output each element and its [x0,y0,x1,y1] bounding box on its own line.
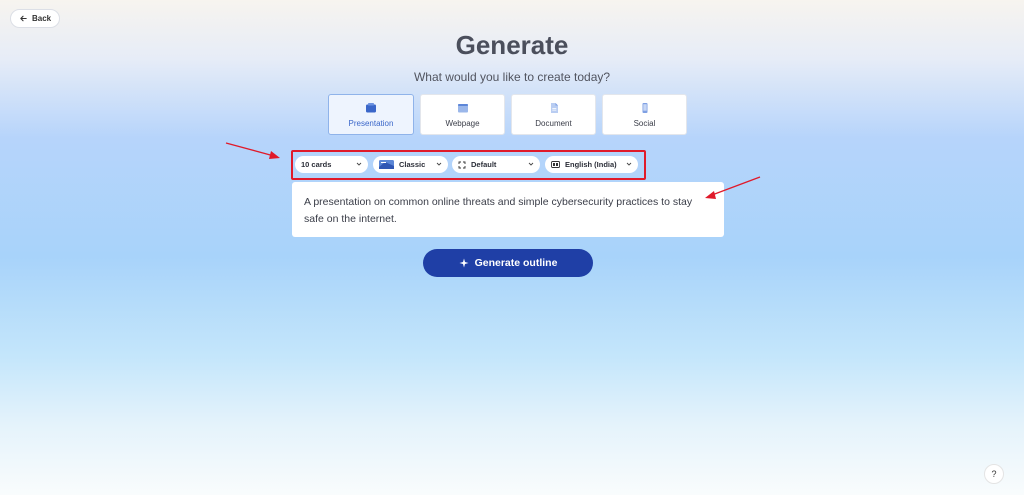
prompt-input[interactable]: A presentation on common online threats … [292,182,724,237]
type-document-label: Document [535,118,572,128]
social-icon [642,102,647,113]
type-presentation[interactable]: Presentation [328,94,414,135]
generate-outline-button[interactable]: Generate outline [423,249,593,277]
chevron-down-icon [626,162,632,166]
cards-value: 10 cards [301,160,332,169]
chevron-down-icon [356,162,362,166]
document-icon [550,102,558,113]
language-value: English (India) [565,160,617,169]
type-document[interactable]: Document [511,94,596,135]
webpage-icon [457,103,468,112]
page-subtitle: What would you like to create today? [413,70,611,84]
type-webpage[interactable]: Webpage [420,94,505,135]
size-dropdown[interactable]: Default [452,156,540,173]
back-label: Back [32,14,52,23]
arrow-left-icon [20,15,27,22]
language-icon [551,161,560,168]
sparkle-icon [459,258,469,268]
back-button[interactable]: Back [10,9,61,28]
annotation-arrow-right [705,176,761,199]
frame-size-icon [458,161,466,168]
type-webpage-label: Webpage [445,118,480,128]
help-button[interactable]: ? [984,464,1004,484]
type-social[interactable]: Social [602,94,687,135]
theme-thumbnail-icon [379,160,394,169]
chevron-down-icon [528,162,534,166]
presentation-icon [366,102,376,112]
generate-outline-label: Generate outline [474,257,558,269]
page-title: Generate [455,30,569,60]
annotation-arrow-left [225,142,280,159]
size-value: Default [471,160,497,169]
language-dropdown[interactable]: English (India) [545,156,638,173]
cards-dropdown[interactable]: 10 cards [295,156,368,173]
type-presentation-label: Presentation [348,118,394,128]
content-type-selector: Presentation Webpage Document Social [328,94,687,135]
chevron-down-icon [436,162,442,166]
theme-dropdown[interactable]: Classic [373,156,448,173]
options-highlight-box: 10 cards Classic Default English (India) [291,150,646,180]
theme-value: Classic [399,160,426,169]
type-social-label: Social [633,118,656,128]
